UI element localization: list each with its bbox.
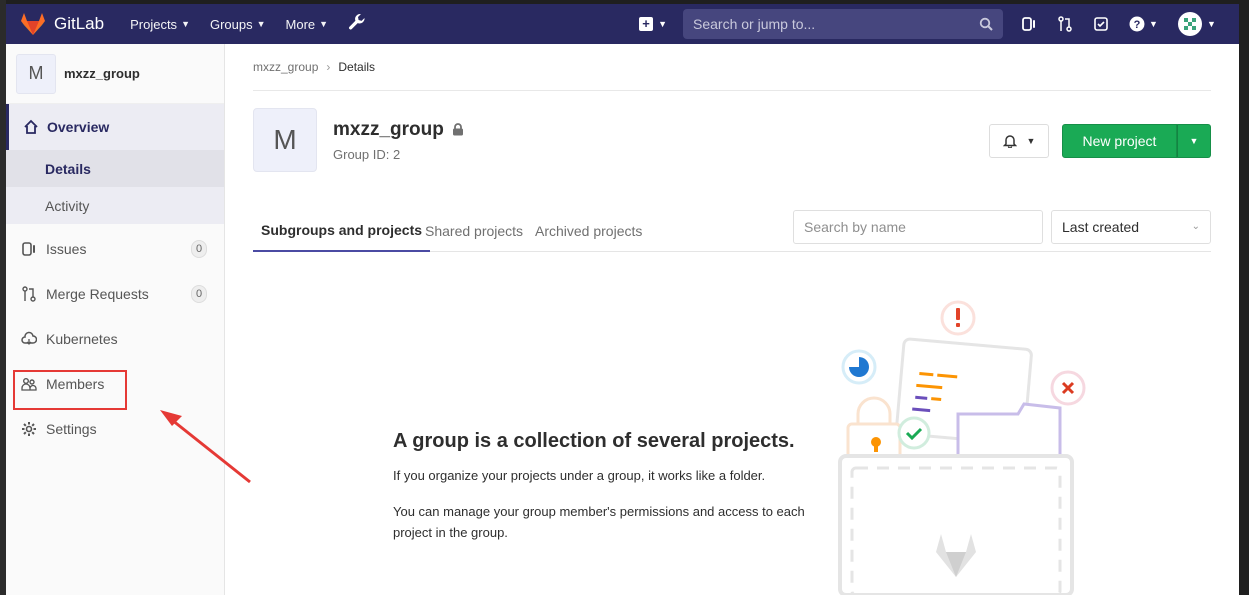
issues-nav-icon[interactable]: [1021, 16, 1037, 32]
notification-settings-button[interactable]: ▼: [989, 124, 1049, 158]
issues-icon: [22, 241, 35, 256]
chevron-right-icon: ›: [326, 60, 331, 74]
todos-nav-icon[interactable]: [1093, 16, 1109, 32]
group-title: mxzz_group: [333, 118, 444, 140]
gitlab-home-link[interactable]: GitLab: [20, 12, 104, 36]
breadcrumb: mxzz_group › Details: [253, 44, 1211, 91]
merge-requests-nav-icon[interactable]: [1057, 16, 1073, 32]
group-avatar: M: [16, 53, 56, 94]
plus-icon: +: [639, 17, 654, 31]
sidebar-item-overview[interactable]: Overview: [6, 104, 224, 150]
sidebar-item-label: Merge Requests: [46, 285, 149, 302]
sidebar-item-merge-requests[interactable]: Merge Requests 0: [6, 271, 224, 316]
empty-state-line-1: If you organize your projects under a gr…: [393, 468, 766, 483]
nav-more-label: More: [285, 16, 316, 32]
group-avatar-large: M: [253, 108, 317, 172]
help-icon: ?: [1129, 16, 1145, 32]
sidebar-item-issues[interactable]: Issues 0: [6, 226, 224, 271]
sidebar-item-kubernetes[interactable]: Kubernetes: [6, 316, 224, 361]
nav-more[interactable]: More ▼: [286, 17, 329, 32]
new-project-split-button: New project ▼: [1062, 124, 1211, 158]
breadcrumb-current[interactable]: Details: [338, 60, 375, 74]
gitlab-logo-icon: [21, 13, 45, 35]
global-search-placeholder: Search or jump to...: [693, 16, 816, 32]
chevron-down-icon: ▼: [181, 19, 190, 29]
empty-state-title: A group is a collection of several proje…: [393, 430, 795, 452]
help-dropdown[interactable]: ? ▼: [1129, 16, 1158, 32]
merge-request-icon: [22, 285, 36, 302]
chevron-down-icon: ▼: [256, 19, 266, 29]
brand-name: GitLab: [54, 14, 105, 33]
desktop-edge-right: [1239, 0, 1249, 595]
group-sidebar: M mxzz_group Overview Details Activity I…: [6, 44, 225, 595]
empty-state-line-2: You can manage your group member's permi…: [393, 504, 805, 540]
merge-requests-count-badge: 0: [191, 285, 207, 303]
new-item-dropdown[interactable]: + ▼: [639, 17, 667, 31]
nav-groups[interactable]: Groups ▼: [210, 17, 266, 32]
user-menu[interactable]: ▼: [1177, 12, 1216, 36]
group-id: Group ID: 2: [333, 146, 401, 162]
chevron-down-icon: ▼: [319, 19, 329, 29]
new-project-dropdown-toggle[interactable]: ▼: [1177, 124, 1211, 158]
tab-subgroups-and-projects[interactable]: Subgroups and projects: [253, 210, 431, 252]
sort-dropdown[interactable]: Last created ⌄: [1051, 210, 1211, 244]
top-navbar: GitLab Projects ▼ Groups ▼ More ▼ + ▼ Se…: [6, 4, 1239, 44]
nav-groups-label: Groups: [209, 16, 253, 32]
cloud-icon: [21, 331, 37, 345]
search-icon: [979, 17, 993, 31]
main-content: mxzz_group › Details M mxzz_group Group …: [253, 44, 1211, 252]
user-avatar: [1177, 12, 1202, 36]
nav-projects[interactable]: Projects ▼: [130, 17, 190, 32]
sidebar-item-label: Kubernetes: [46, 330, 118, 347]
svg-text:?: ?: [1134, 19, 1141, 31]
overview-submenu: Details Activity: [6, 150, 224, 224]
chevron-down-icon: ▼: [1149, 19, 1158, 29]
tab-shared-projects[interactable]: Shared projects: [425, 210, 523, 251]
home-icon: [24, 119, 38, 134]
global-search-input[interactable]: Search or jump to...: [683, 9, 1004, 39]
sidebar-item-label: Issues: [46, 240, 87, 257]
sidebar-subitem-activity[interactable]: Activity: [6, 187, 224, 224]
breadcrumb-group-link[interactable]: mxzz_group: [253, 60, 318, 74]
annotation-highlight-box: [13, 370, 127, 410]
sidebar-group-header[interactable]: M mxzz_group: [6, 44, 224, 104]
sidebar-item-label: Overview: [47, 119, 110, 135]
tab-archived-projects[interactable]: Archived projects: [535, 210, 642, 251]
chevron-down-icon: ▼: [658, 19, 668, 29]
chevron-down-icon: ▼: [1026, 136, 1036, 146]
sidebar-item-label: Settings: [46, 420, 97, 437]
new-project-button[interactable]: New project: [1062, 124, 1177, 158]
group-tabs: Subgroups and projects Shared projects A…: [253, 210, 1211, 252]
group-header: M mxzz_group Group ID: 2 ▼ New project ▼: [253, 108, 1211, 172]
chevron-down-icon: ▼: [1206, 19, 1216, 29]
sort-selected-label: Last created: [1062, 219, 1140, 235]
nav-projects-label: Projects: [130, 16, 178, 32]
lock-icon: [452, 123, 463, 136]
chevron-down-icon: ⌄: [1191, 221, 1200, 232]
empty-groups-illustration: [838, 300, 1086, 595]
chevron-down-icon: ▼: [1189, 136, 1199, 146]
annotation-arrow: [160, 410, 251, 484]
bell-icon: [1002, 135, 1017, 148]
gear-icon: [22, 421, 36, 436]
filter-search-input[interactable]: Search by name: [793, 210, 1043, 244]
sidebar-subitem-details[interactable]: Details: [6, 150, 224, 187]
empty-state: A group is a collection of several proje…: [393, 430, 813, 558]
admin-wrench-icon[interactable]: [348, 13, 366, 36]
sidebar-group-name: mxzz_group: [64, 66, 140, 81]
issues-count-badge: 0: [191, 240, 207, 258]
